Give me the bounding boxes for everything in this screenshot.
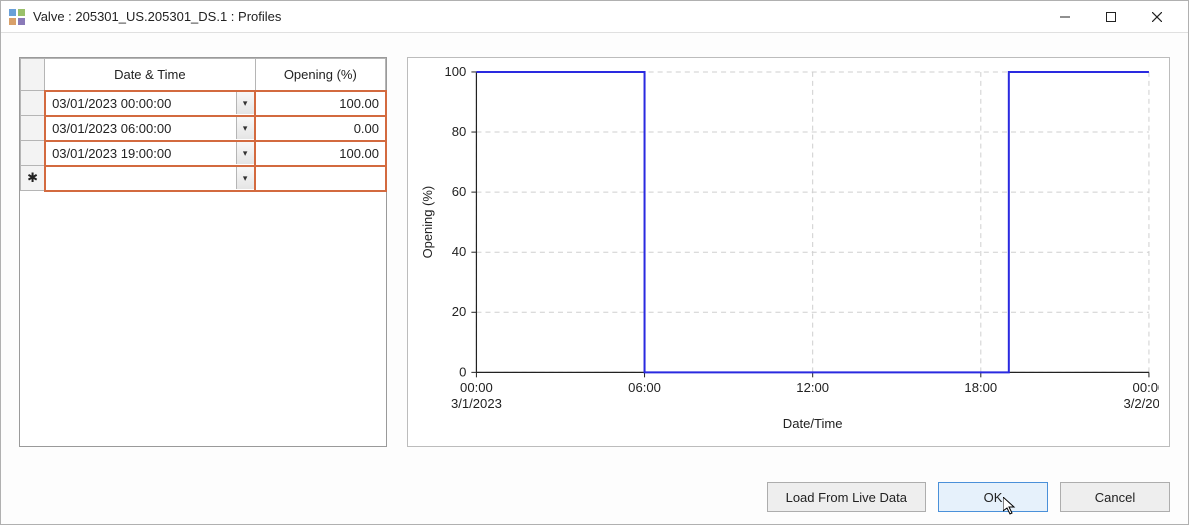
ok-button[interactable]: OK <box>938 482 1048 512</box>
close-button[interactable] <box>1134 2 1180 32</box>
content-area: Date & Time Opening (%) 03/01/2023 00:00… <box>1 33 1188 470</box>
datetime-dropdown-button[interactable]: ▾ <box>236 117 254 139</box>
datetime-cell[interactable]: 03/01/2023 00:00:00▾ <box>45 91 256 116</box>
svg-text:0: 0 <box>459 364 466 379</box>
svg-text:00:00: 00:00 <box>460 380 493 395</box>
svg-text:20: 20 <box>452 304 467 319</box>
row-selector[interactable] <box>21 91 45 116</box>
datetime-value[interactable]: 03/01/2023 00:00:00 <box>46 93 236 114</box>
svg-text:18:00: 18:00 <box>964 380 997 395</box>
svg-text:Opening (%): Opening (%) <box>420 186 435 259</box>
chart-canvas: 02040608010000:0006:0012:0018:0000:003/1… <box>414 64 1159 440</box>
table-row[interactable]: 03/01/2023 06:00:00▾0.00 <box>21 116 386 141</box>
row-selector[interactable] <box>21 116 45 141</box>
svg-text:Date/Time: Date/Time <box>783 416 843 431</box>
load-from-live-data-button[interactable]: Load From Live Data <box>767 482 926 512</box>
window-title: Valve : 205301_US.205301_DS.1 : Profiles <box>33 9 281 24</box>
svg-text:60: 60 <box>452 184 467 199</box>
table-row[interactable]: 03/01/2023 00:00:00▾100.00 <box>21 91 386 116</box>
datetime-dropdown-button[interactable]: ▾ <box>236 142 254 164</box>
table-new-row[interactable]: ✱▾ <box>21 166 386 191</box>
svg-text:00:00: 00:00 <box>1133 380 1159 395</box>
ok-button-label: OK <box>984 490 1003 505</box>
svg-text:100: 100 <box>445 64 467 79</box>
datetime-cell[interactable]: 03/01/2023 06:00:00▾ <box>45 116 256 141</box>
svg-text:06:00: 06:00 <box>628 380 661 395</box>
dialog-footer: Load From Live Data OK Cancel <box>1 470 1188 524</box>
datetime-cell[interactable]: ▾ <box>45 166 256 191</box>
svg-text:40: 40 <box>452 244 467 259</box>
header-row-selector <box>21 59 45 91</box>
datetime-value[interactable] <box>46 175 236 181</box>
svg-text:3/2/2023: 3/2/2023 <box>1123 396 1159 411</box>
opening-cell[interactable]: 100.00 <box>255 91 385 116</box>
datetime-dropdown-button[interactable]: ▾ <box>236 167 254 189</box>
opening-cell[interactable]: 100.00 <box>255 141 385 166</box>
app-icon <box>9 9 25 25</box>
column-header-datetime[interactable]: Date & Time <box>45 59 256 91</box>
minimize-button[interactable] <box>1042 2 1088 32</box>
maximize-button[interactable] <box>1088 2 1134 32</box>
row-selector[interactable] <box>21 141 45 166</box>
datetime-value[interactable]: 03/01/2023 06:00:00 <box>46 118 236 139</box>
profile-chart: 02040608010000:0006:0012:0018:0000:003/1… <box>407 57 1170 447</box>
dialog-window: Valve : 205301_US.205301_DS.1 : Profiles… <box>0 0 1189 525</box>
opening-cell[interactable]: 0.00 <box>255 116 385 141</box>
column-header-opening[interactable]: Opening (%) <box>255 59 385 91</box>
profiles-grid[interactable]: Date & Time Opening (%) 03/01/2023 00:00… <box>19 57 387 447</box>
svg-text:3/1/2023: 3/1/2023 <box>451 396 502 411</box>
datetime-value[interactable]: 03/01/2023 19:00:00 <box>46 143 236 164</box>
cursor-icon <box>1003 497 1019 517</box>
svg-text:12:00: 12:00 <box>796 380 829 395</box>
cancel-button[interactable]: Cancel <box>1060 482 1170 512</box>
table-row[interactable]: 03/01/2023 19:00:00▾100.00 <box>21 141 386 166</box>
datetime-cell[interactable]: 03/01/2023 19:00:00▾ <box>45 141 256 166</box>
opening-cell[interactable] <box>255 166 385 191</box>
datetime-dropdown-button[interactable]: ▾ <box>236 92 254 114</box>
titlebar: Valve : 205301_US.205301_DS.1 : Profiles <box>1 1 1188 33</box>
new-row-marker: ✱ <box>21 166 45 191</box>
svg-text:80: 80 <box>452 124 467 139</box>
